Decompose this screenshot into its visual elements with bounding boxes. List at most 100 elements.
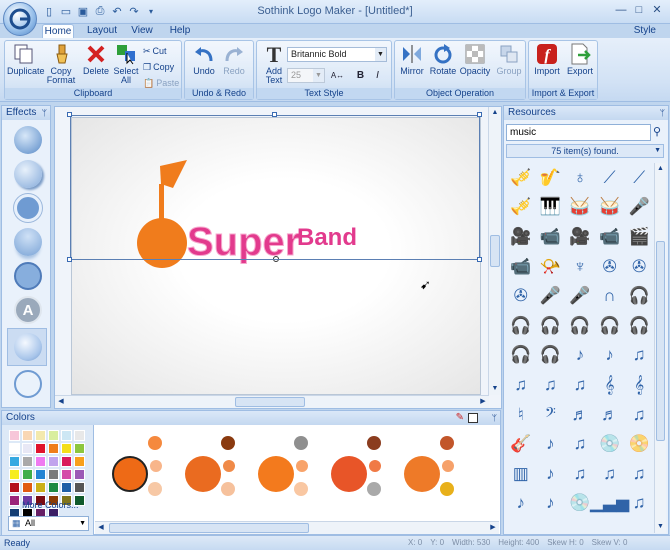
- vertical-scroll-thumb[interactable]: [490, 235, 500, 267]
- rotation-center-handle[interactable]: [273, 256, 279, 262]
- gramophone-icon[interactable]: 📯: [536, 252, 566, 282]
- redo-button[interactable]: Redo: [217, 43, 251, 76]
- current-color-swatch[interactable]: [468, 413, 478, 423]
- color-swatch[interactable]: [35, 482, 46, 493]
- copy-format-button[interactable]: Copy Format: [43, 43, 79, 85]
- color-swatch[interactable]: [22, 482, 33, 493]
- duplicate-button[interactable]: Duplicate: [7, 43, 45, 76]
- color-swatch[interactable]: [74, 456, 85, 467]
- beamed-notes-8-icon[interactable]: ♫: [595, 459, 625, 489]
- color-swatch[interactable]: [48, 430, 59, 441]
- sixteenth-notes-icon[interactable]: ♬: [565, 400, 595, 430]
- headphones-4-icon[interactable]: 🎧: [565, 311, 595, 341]
- color-swatch[interactable]: [9, 469, 20, 480]
- bass-clef-icon[interactable]: 𝄢: [536, 400, 566, 430]
- note-circle-icon[interactable]: ♪: [536, 429, 566, 459]
- chevron-down-icon[interactable]: ▼: [375, 48, 386, 61]
- tab-home[interactable]: Home: [42, 24, 74, 38]
- chevron-down-icon[interactable]: ▼: [654, 145, 661, 157]
- effect-outline[interactable]: [14, 194, 42, 222]
- resources-scrollbar[interactable]: ▲ ▼: [654, 163, 666, 533]
- font-family-select[interactable]: Britannic Bold ▼: [287, 47, 387, 62]
- eighth-note-2-icon[interactable]: ♪: [595, 341, 625, 371]
- color-swatch[interactable]: [35, 456, 46, 467]
- equalizer-icon[interactable]: ▁▃▅: [590, 489, 629, 519]
- beamed-notes-icon[interactable]: ♫: [624, 341, 654, 371]
- chevron-down-icon[interactable]: ▼: [79, 517, 86, 530]
- eighth-note-icon[interactable]: ♪: [565, 341, 595, 371]
- canvas-horizontal-scrollbar[interactable]: ◀ ▶: [55, 395, 489, 408]
- color-swatch[interactable]: [74, 469, 85, 480]
- beamed-notes-7-icon[interactable]: ♫: [565, 459, 595, 489]
- treble-clef-2-icon[interactable]: 𝄞: [624, 370, 654, 400]
- group-button[interactable]: Group: [492, 43, 526, 76]
- movie-camera-icon[interactable]: 📹: [536, 222, 566, 252]
- beamed-notes-3-icon[interactable]: ♫: [536, 370, 566, 400]
- effect-stroke[interactable]: [14, 262, 42, 290]
- scroll-right-icon[interactable]: ▶: [487, 522, 499, 534]
- color-swatch[interactable]: [9, 443, 20, 454]
- headphones-6-icon[interactable]: 🎧: [624, 311, 654, 341]
- eyedropper-icon[interactable]: ✎: [456, 411, 464, 425]
- color-swatch[interactable]: [22, 469, 33, 480]
- drum-set-icon[interactable]: 🥁: [595, 193, 625, 223]
- style-menu[interactable]: Style: [634, 25, 656, 36]
- color-scheme[interactable]: [258, 430, 338, 500]
- maximize-icon[interactable]: □: [632, 3, 646, 17]
- color-swatch[interactable]: [9, 456, 20, 467]
- film-reel-icon[interactable]: ✇: [595, 252, 625, 282]
- scroll-left-icon[interactable]: ◀: [55, 396, 67, 408]
- tab-view[interactable]: View: [128, 24, 156, 38]
- undo-button[interactable]: Undo: [187, 43, 221, 76]
- color-swatch[interactable]: [61, 430, 72, 441]
- color-swatch[interactable]: [61, 456, 72, 467]
- schemes-horizontal-scrollbar[interactable]: ◀ ▶: [95, 521, 499, 534]
- export-button[interactable]: Export: [563, 43, 597, 76]
- clapperboard-icon[interactable]: 🎬: [624, 222, 654, 252]
- beamed-notes-10-icon[interactable]: ♫: [624, 489, 654, 519]
- color-scheme[interactable]: [185, 430, 265, 500]
- resource-search-input[interactable]: music: [506, 124, 651, 141]
- minimize-icon[interactable]: —: [614, 3, 628, 17]
- color-swatch[interactable]: [48, 469, 59, 480]
- headphones-2-icon[interactable]: 🎧: [506, 311, 536, 341]
- camera-tripod-icon[interactable]: 🎥: [565, 222, 595, 252]
- color-swatch[interactable]: [9, 430, 20, 441]
- color-swatch[interactable]: [22, 456, 33, 467]
- import-button[interactable]: f Import: [530, 43, 564, 76]
- search-result-count[interactable]: 75 item(s) found. ▼: [506, 144, 664, 158]
- color-filter-select[interactable]: ▦ All ▼: [8, 516, 89, 531]
- color-swatch[interactable]: [48, 443, 59, 454]
- disc-icon[interactable]: 💿: [595, 429, 625, 459]
- resize-handle-tr[interactable]: [477, 112, 482, 117]
- grand-piano-icon[interactable]: 🎹: [536, 193, 566, 223]
- color-swatch[interactable]: [61, 469, 72, 480]
- headphones-3-icon[interactable]: 🎧: [536, 311, 566, 341]
- design-canvas[interactable]: Super Band: [71, 117, 481, 395]
- microphone-alt-icon[interactable]: 🎤: [565, 281, 595, 311]
- headset-icon[interactable]: ∩: [595, 281, 625, 311]
- saxophone-icon[interactable]: 🎷: [536, 163, 566, 193]
- color-swatch[interactable]: [35, 430, 46, 441]
- select-all-button[interactable]: Select All: [109, 43, 143, 85]
- effect-none[interactable]: [14, 370, 42, 398]
- trumpet-icon[interactable]: 🎺: [506, 163, 536, 193]
- trombone-icon[interactable]: ⟋: [595, 163, 625, 193]
- video-camera-icon[interactable]: 📹: [595, 222, 625, 252]
- scroll-right-icon[interactable]: ▶: [477, 396, 489, 408]
- pin-icon[interactable]: ᛘ: [42, 106, 47, 120]
- headphones-7-icon[interactable]: 🎧: [506, 341, 536, 371]
- more-colors-link[interactable]: More Colors...: [22, 500, 79, 510]
- beamed-notes-2-icon[interactable]: ♫: [506, 370, 536, 400]
- headphones-5-icon[interactable]: 🎧: [595, 311, 625, 341]
- chevron-down-icon[interactable]: ▼: [313, 69, 324, 82]
- delete-button[interactable]: Delete: [79, 43, 113, 76]
- headphones-8-icon[interactable]: 🎧: [536, 341, 566, 371]
- accordion-icon[interactable]: ▥: [506, 459, 536, 489]
- application-button[interactable]: [3, 2, 37, 36]
- video-recorder-icon[interactable]: 📹: [506, 252, 536, 282]
- treble-clef-icon[interactable]: 𝄞: [595, 370, 625, 400]
- headphones-icon[interactable]: 🎧: [624, 281, 654, 311]
- resize-handle-t[interactable]: [272, 112, 277, 117]
- logo-graphic[interactable]: Super Band: [72, 118, 482, 396]
